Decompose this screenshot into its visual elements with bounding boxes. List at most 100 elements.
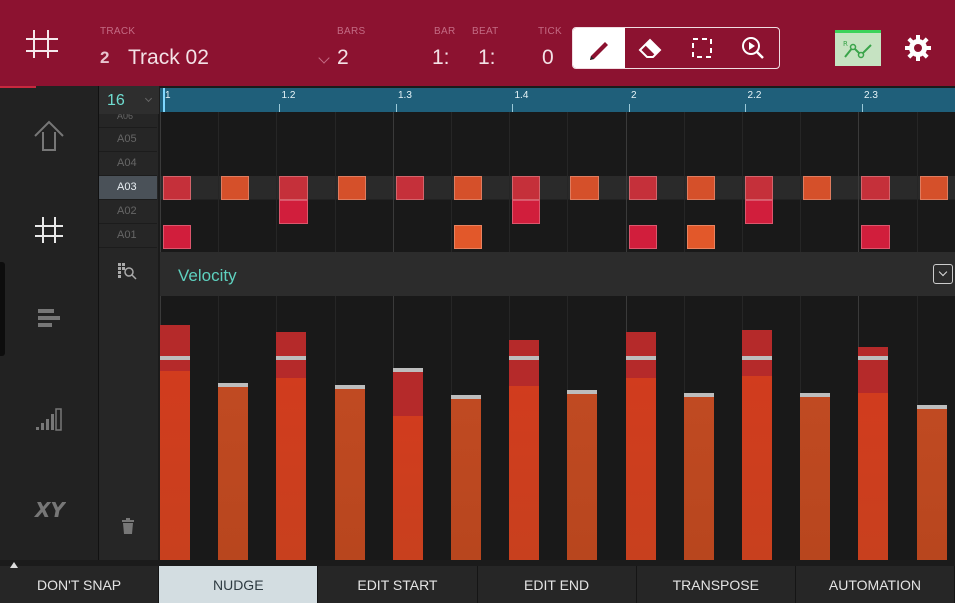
tick-field[interactable]: TICK 0 — [530, 20, 566, 76]
settings-gear-icon[interactable] — [904, 34, 932, 62]
pad-row-a01[interactable]: A01 — [99, 224, 157, 248]
pad-row-a03[interactable]: A03 — [99, 176, 157, 200]
velocity-handle[interactable] — [742, 356, 772, 360]
automation-button[interactable]: AUTOMATION — [796, 566, 955, 603]
grid-mode-button[interactable] — [29, 210, 69, 250]
list-mode-button[interactable] — [29, 298, 69, 338]
tick-value: 0 — [542, 46, 554, 69]
automation-toggle-button[interactable]: R — [835, 30, 881, 66]
velocity-bar[interactable] — [800, 395, 831, 560]
grid-line — [392, 112, 394, 252]
velocity-handle[interactable] — [567, 390, 598, 394]
pad-row-a02[interactable]: A02 — [99, 200, 157, 224]
velocity-lane[interactable] — [160, 296, 955, 560]
grid-line — [160, 112, 161, 252]
velocity-bar[interactable] — [334, 387, 365, 560]
grid-resolution-dropdown[interactable]: 16 — [99, 86, 159, 114]
timeline-ruler[interactable]: 1 1.2 1.3 1.4 2 2.2 2.3 — [160, 88, 955, 112]
velocity-mode-button[interactable] — [29, 398, 69, 438]
zoom-tool-button[interactable] — [728, 28, 780, 68]
signal-bars-icon — [36, 408, 62, 431]
velocity-bar[interactable] — [625, 332, 656, 560]
velocity-bar[interactable] — [567, 392, 598, 560]
note-a03[interactable] — [861, 176, 890, 200]
timeline-marker-label: 2.2 — [747, 90, 762, 101]
note-a03[interactable] — [919, 176, 948, 200]
pencil-tool-button[interactable] — [573, 28, 625, 68]
note-a01[interactable] — [163, 225, 192, 249]
xy-mode-button[interactable]: XY — [29, 490, 69, 530]
edit-start-button[interactable]: EDIT START — [318, 566, 478, 603]
grid-line — [334, 112, 336, 252]
velocity-bar[interactable] — [916, 407, 947, 560]
note-a02[interactable] — [279, 200, 308, 224]
pad-row-a06[interactable]: A06 — [99, 114, 157, 128]
velocity-bar[interactable] — [742, 330, 772, 560]
velocity-bar[interactable] — [160, 325, 190, 560]
pad-row-a05[interactable]: A05 — [99, 128, 157, 152]
velocity-bar[interactable] — [858, 347, 889, 560]
velocity-handle[interactable] — [683, 393, 714, 397]
timeline-marker-label: 1.4 — [514, 90, 529, 101]
velocity-bar[interactable] — [509, 340, 540, 560]
grid-line — [625, 112, 627, 252]
velocity-bar[interactable] — [683, 395, 714, 560]
note-a02[interactable] — [512, 200, 541, 224]
sidebar-drawer-handle[interactable] — [0, 262, 5, 356]
transpose-button[interactable]: TRANSPOSE — [637, 566, 796, 603]
velocity-bar[interactable] — [392, 370, 423, 560]
velocity-handle[interactable] — [916, 405, 947, 409]
track-selector[interactable]: TRACK 2 Track 02 — [94, 20, 330, 76]
note-a01[interactable] — [628, 225, 657, 249]
bar-label: BAR — [434, 26, 456, 37]
note-a03[interactable] — [686, 176, 715, 200]
trash-icon[interactable] — [121, 518, 135, 539]
pad-row-a04[interactable]: A04 — [99, 152, 157, 176]
note-a03[interactable] — [454, 176, 483, 200]
don-t-snap-button[interactable]: DON'T SNAP — [0, 566, 160, 603]
velocity-bar[interactable] — [451, 397, 481, 560]
note-grid[interactable] — [160, 112, 955, 252]
vertical-zoom-icon[interactable] — [117, 262, 137, 287]
timeline-marker-label: 1 — [165, 90, 171, 101]
chevron-down-icon[interactable] — [933, 264, 953, 284]
velocity-bar[interactable] — [218, 385, 249, 560]
note-a01[interactable] — [686, 225, 715, 249]
beat-field[interactable]: BEAT 1: — [468, 20, 508, 76]
velocity-handle[interactable] — [509, 356, 540, 360]
velocity-handle[interactable] — [392, 368, 423, 372]
note-a02[interactable] — [745, 200, 774, 224]
grid-line — [800, 112, 802, 252]
velocity-handle[interactable] — [218, 383, 249, 387]
note-a03[interactable] — [395, 176, 424, 200]
velocity-handle[interactable] — [276, 356, 307, 360]
velocity-handle[interactable] — [451, 395, 481, 399]
eraser-tool-button[interactable] — [625, 28, 677, 68]
velocity-handle[interactable] — [800, 393, 831, 397]
grid-view-icon[interactable] — [20, 22, 64, 66]
edit-end-button[interactable]: EDIT END — [478, 566, 637, 603]
bars-field[interactable]: BARS 2 — [335, 20, 395, 76]
note-a03[interactable] — [628, 176, 657, 200]
note-a03[interactable] — [163, 176, 192, 200]
up-arrow-button[interactable] — [29, 116, 69, 156]
select-tool-button[interactable] — [676, 28, 728, 68]
velocity-handle[interactable] — [625, 356, 656, 360]
note-a03[interactable] — [279, 176, 308, 200]
track-label: TRACK — [100, 26, 136, 37]
bar-field[interactable]: BAR 1: — [420, 20, 460, 76]
note-a03[interactable] — [337, 176, 366, 200]
note-a03[interactable] — [512, 176, 541, 200]
note-a03[interactable] — [803, 176, 832, 200]
note-a03[interactable] — [221, 176, 250, 200]
nudge-button[interactable]: NUDGE — [159, 566, 319, 603]
note-a03[interactable] — [570, 176, 599, 200]
velocity-handle[interactable] — [160, 356, 190, 360]
note-a01[interactable] — [861, 225, 890, 249]
note-a01[interactable] — [454, 225, 483, 249]
velocity-handle[interactable] — [858, 356, 889, 360]
note-a03[interactable] — [745, 176, 774, 200]
timeline-tick — [861, 104, 863, 112]
velocity-bar[interactable] — [276, 332, 307, 560]
velocity-handle[interactable] — [334, 385, 365, 389]
